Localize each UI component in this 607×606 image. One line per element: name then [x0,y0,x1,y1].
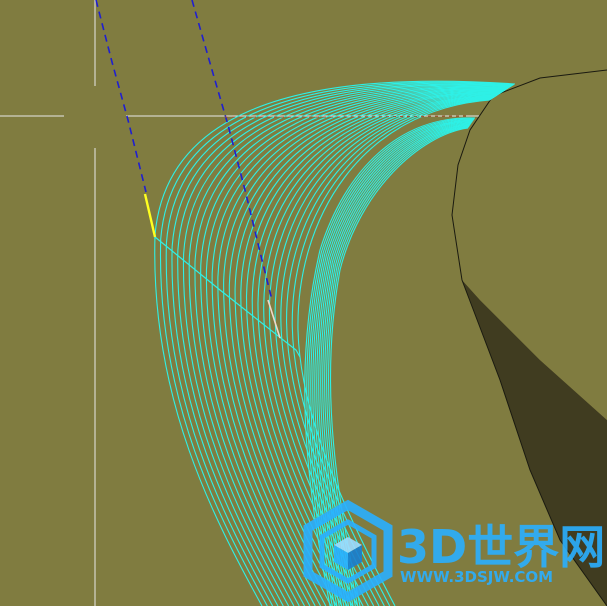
cad-viewport[interactable]: 3D世界网 WWW.3DSJW.COM [0,0,607,606]
watermark-brand: 3D世界网 [397,520,605,574]
toolpath-link-line [154,236,301,358]
highlight-segment [143,193,157,238]
toolpath-scene[interactable]: 3D世界网 WWW.3DSJW.COM [0,0,607,606]
guide-line-left [95,0,147,193]
cube-hexagon-icon [303,499,393,603]
watermark-url: WWW.3DSJW.COM [400,568,553,586]
